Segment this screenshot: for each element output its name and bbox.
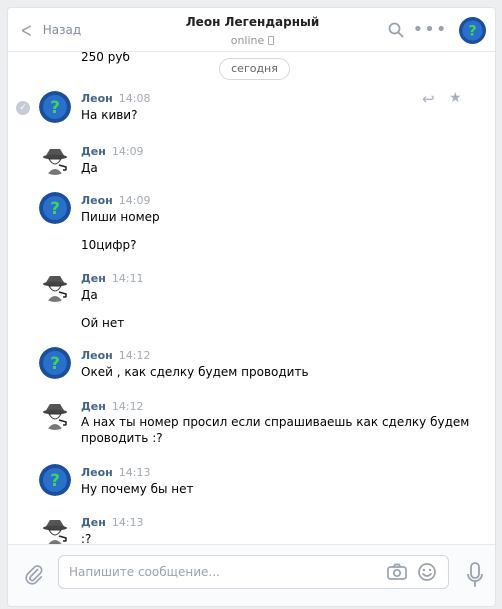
chevron-left-icon: < [20, 18, 33, 42]
svg-text:?: ? [50, 471, 60, 491]
svg-text:?: ? [50, 354, 60, 374]
check-icon: ✓ [16, 101, 30, 115]
globe-avatar-icon: ? [39, 347, 71, 379]
author-label: Ден [81, 400, 106, 413]
avatar-globe-icon: ? [459, 17, 486, 44]
message-text: Ну почему бы нет [81, 482, 194, 496]
detective-avatar-icon [39, 52, 69, 54]
search-button[interactable] [386, 20, 406, 40]
message-time: 14:11 [111, 272, 144, 285]
message-text: На киви? [81, 108, 138, 122]
avatar[interactable] [39, 398, 71, 430]
star-icon[interactable]: ★ [449, 90, 462, 106]
author-label: Леон [81, 194, 113, 207]
more-dots-icon: ••• [412, 19, 448, 40]
author-name[interactable]: Ден 14:12 [81, 400, 144, 413]
back-label: Назад [42, 23, 82, 37]
avatar[interactable] [39, 514, 71, 544]
author-label: Леон [81, 92, 113, 105]
message-text: Да [81, 161, 98, 175]
message-input[interactable] [69, 564, 369, 580]
message-input-box[interactable] [58, 555, 449, 589]
detective-avatar-icon [39, 514, 71, 544]
avatar[interactable]: ? [39, 464, 71, 496]
message-text: 250 руб [81, 52, 130, 64]
more-button[interactable]: ••• [413, 20, 447, 40]
attach-button[interactable] [23, 564, 45, 589]
svg-text:?: ? [50, 98, 60, 118]
message-time: 14:09 [111, 145, 144, 158]
camera-icon [387, 563, 407, 580]
microphone-icon [467, 562, 483, 587]
paperclip-icon [25, 565, 43, 585]
conversation-title: Леон Легендарный [185, 15, 320, 29]
mobile-icon [268, 36, 275, 45]
message-text: Ой нет [81, 316, 125, 330]
svg-text:?: ? [468, 24, 476, 40]
message-time: 14:12 [118, 349, 151, 362]
message-text: Окей , как сделку будем проводить [81, 365, 309, 379]
avatar[interactable] [39, 143, 71, 175]
online-status: online [128, 34, 377, 47]
author-name[interactable]: Леон 14:08 [81, 92, 150, 105]
message-time: 14:12 [111, 400, 144, 413]
date-divider: сегодня [219, 58, 290, 80]
author-name[interactable]: Леон 14:09 [81, 194, 150, 207]
avatar [39, 52, 69, 54]
voice-message-button[interactable] [467, 562, 483, 591]
globe-avatar-icon: ? [39, 464, 71, 496]
message-composer [8, 544, 495, 606]
author-name[interactable]: Ден 14:13 [81, 516, 144, 529]
message-time: 14:13 [118, 466, 151, 479]
svg-text:?: ? [50, 199, 60, 219]
author-name[interactable]: Ден 14:09 [81, 145, 144, 158]
message-time: 14:13 [111, 516, 144, 529]
author-name[interactable]: Ден 14:11 [81, 272, 144, 285]
avatar[interactable]: ? [39, 192, 71, 224]
message-text: Пиши номер [81, 210, 160, 224]
chat-header: < Назад Леон Легендарный online ••• ? [8, 8, 495, 52]
detective-avatar-icon [39, 270, 71, 302]
author-label: Ден [81, 145, 106, 158]
smile-icon [418, 563, 436, 581]
globe-avatar-icon: ? [39, 192, 71, 224]
message-text: :? [81, 532, 92, 544]
avatar[interactable]: ? [39, 91, 71, 123]
author-name[interactable]: Леон 14:12 [81, 349, 150, 362]
message-text: проводить :? [81, 431, 163, 445]
author-label: Леон [81, 349, 113, 362]
message-text: А нах ты номер просил если спрашиваешь к… [81, 415, 470, 429]
author-label: Леон [81, 466, 113, 479]
message-time: 14:08 [118, 92, 151, 105]
globe-avatar-icon: ? [39, 91, 71, 123]
message-text: 10цифр? [81, 238, 137, 252]
search-icon [388, 22, 404, 38]
status-text: online [230, 34, 265, 47]
camera-button[interactable] [386, 562, 408, 585]
author-label: Ден [81, 516, 106, 529]
message-text: Да [81, 288, 98, 302]
detective-avatar-icon [39, 398, 71, 430]
conversation-title-block[interactable]: Леон Легендарный online [128, 15, 377, 47]
header-avatar[interactable]: ? [459, 17, 486, 47]
avatar[interactable] [39, 270, 71, 302]
back-button[interactable]: < Назад [18, 18, 82, 42]
emoji-button[interactable] [417, 562, 437, 585]
message-history[interactable]: 250 руб ✓ ? Леон 14:08 На киви? ↩ ★ Ден … [8, 52, 495, 544]
message-time: 14:09 [118, 194, 151, 207]
avatar[interactable]: ? [39, 347, 71, 379]
reply-icon[interactable]: ↩ [422, 90, 435, 108]
author-label: Ден [81, 272, 106, 285]
detective-avatar-icon [39, 143, 71, 175]
chat-window: < Назад Леон Легендарный online ••• ? 25… [7, 7, 496, 607]
author-name[interactable]: Леон 14:13 [81, 466, 150, 479]
